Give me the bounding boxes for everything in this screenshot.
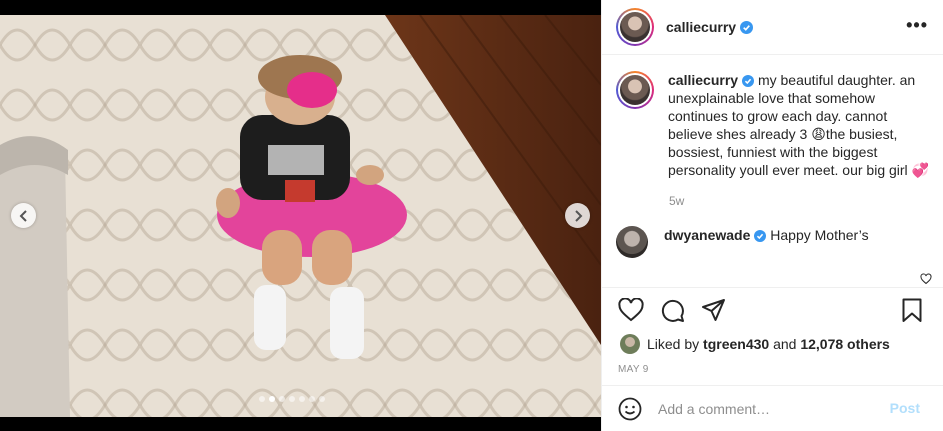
- caption: calliecurry my beautiful daughter. an un…: [616, 71, 930, 179]
- carousel-dot: [259, 396, 265, 402]
- likes-summary: Liked by tgreen430 and 12,078 others: [620, 334, 890, 354]
- caption-timestamp[interactable]: 5w: [669, 194, 930, 208]
- verified-badge-icon: [754, 230, 767, 242]
- carousel-dot: [319, 396, 325, 402]
- more-options-button[interactable]: •••: [906, 16, 928, 34]
- comments-section: calliecurry my beautiful daughter. an un…: [602, 55, 943, 287]
- comment-item: dwyanewade Happy Mother’s: [616, 226, 930, 258]
- post-actions: Liked by tgreen430 and 12,078 others MAY…: [602, 287, 943, 385]
- post-media: [0, 0, 601, 431]
- chevron-right-icon: [574, 209, 582, 222]
- liker-avatar[interactable]: [620, 334, 640, 354]
- post-comment-button[interactable]: Post: [890, 400, 920, 416]
- next-slide-button[interactable]: [565, 203, 590, 228]
- carousel-dot: [289, 396, 295, 402]
- carousel-indicator: [259, 396, 325, 402]
- comment-bubble-icon[interactable]: [660, 298, 685, 323]
- share-paper-plane-icon[interactable]: [701, 298, 726, 322]
- caption-username[interactable]: calliecurry: [668, 72, 738, 88]
- media-bottom-bar: [0, 417, 601, 431]
- chevron-left-icon: [19, 209, 27, 222]
- comment-input[interactable]: [658, 400, 878, 417]
- comment-body: Happy Mother’s: [770, 227, 869, 243]
- instagram-post: calliecurry ••• calliecurry my beautiful…: [0, 0, 943, 431]
- carousel-dot: [269, 396, 275, 402]
- others-count-link[interactable]: 12,078 others: [800, 336, 890, 352]
- avatar[interactable]: [616, 8, 654, 46]
- post-date[interactable]: MAY 9: [618, 364, 649, 375]
- revolving-hearts-emoji: 💞: [911, 162, 929, 178]
- like-comment-heart-icon[interactable]: [920, 273, 932, 285]
- add-comment-bar: Post: [602, 385, 943, 431]
- commenter-username[interactable]: dwyanewade: [664, 227, 750, 243]
- carousel-dot: [279, 396, 285, 402]
- likes-and: and: [773, 336, 797, 352]
- liker-username[interactable]: tgreen430: [703, 336, 769, 352]
- caption-avatar[interactable]: [616, 71, 654, 109]
- emoji-smiley-icon[interactable]: [618, 397, 642, 421]
- media-top-bar: [0, 0, 601, 15]
- weary-face-emoji: 😩: [811, 126, 826, 142]
- save-bookmark-icon[interactable]: [902, 298, 922, 323]
- post-header: calliecurry •••: [602, 0, 943, 55]
- caption-text: calliecurry my beautiful daughter. an un…: [668, 71, 930, 179]
- verified-badge-icon: [742, 75, 755, 87]
- comment-text: dwyanewade Happy Mother’s: [664, 226, 869, 244]
- author-username[interactable]: calliecurry: [666, 19, 736, 35]
- post-sidebar: calliecurry ••• calliecurry my beautiful…: [601, 0, 943, 431]
- commenter-avatar[interactable]: [616, 226, 648, 258]
- like-heart-icon[interactable]: [618, 298, 644, 322]
- carousel-dot: [309, 396, 315, 402]
- action-icons: [618, 298, 726, 323]
- likes-prefix: Liked by: [647, 336, 700, 352]
- previous-slide-button[interactable]: [11, 203, 36, 228]
- verified-badge-icon: [740, 20, 754, 34]
- carousel-dot: [299, 396, 305, 402]
- post-photo: [0, 15, 601, 417]
